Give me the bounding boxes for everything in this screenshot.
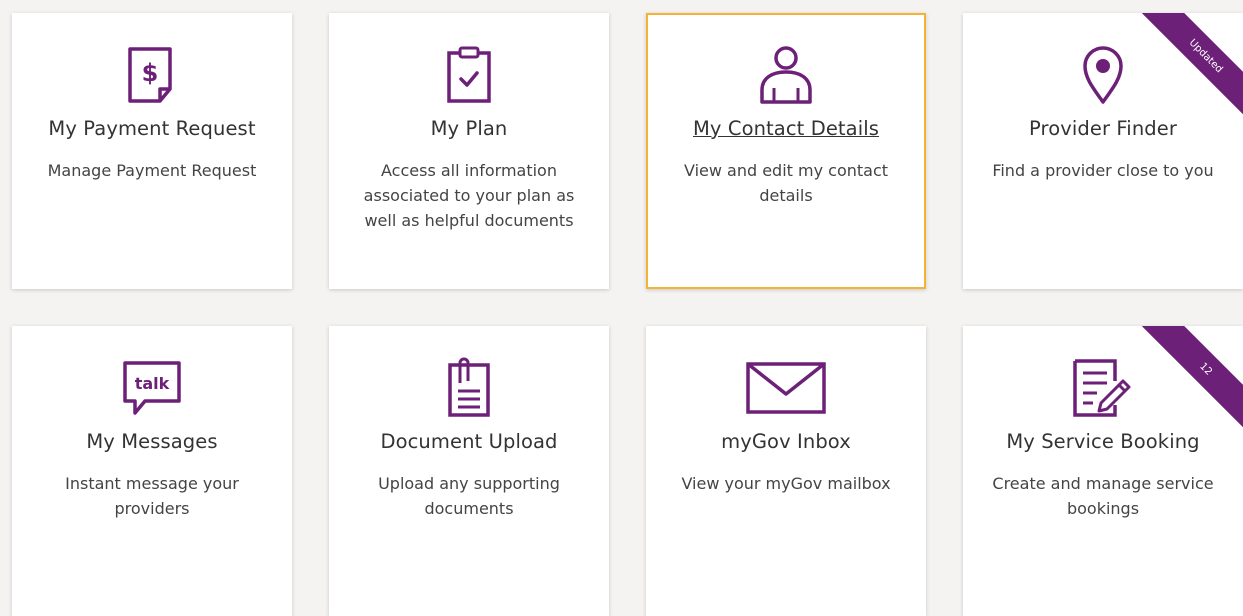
tile-document-upload[interactable]: Document Upload Upload any supporting do…: [329, 326, 609, 616]
tile-title[interactable]: My Messages: [12, 430, 292, 453]
tile-my-plan[interactable]: My Plan Access all information associate…: [329, 13, 609, 289]
tile-my-payment-request[interactable]: $ My Payment Request Manage Payment Requ…: [12, 13, 292, 289]
payment-request-icon: $: [117, 43, 187, 107]
tile-description: Upload any supporting documents: [378, 474, 560, 518]
ribbon: 12: [1123, 326, 1243, 446]
tile-description: Create and manage service bookings: [992, 474, 1214, 518]
tile-my-messages[interactable]: talk My Messages Instant message your pr…: [12, 326, 292, 616]
document-clip-icon: [434, 356, 504, 420]
tile-my-contact-details[interactable]: My Contact Details View and edit my cont…: [646, 13, 926, 289]
tile-title[interactable]: myGov Inbox: [646, 430, 926, 453]
tile-description: View and edit my contact details: [683, 161, 889, 205]
tile-title[interactable]: My Payment Request: [12, 117, 292, 140]
talk-label: talk: [135, 374, 170, 393]
ribbon: Updated: [1123, 13, 1243, 133]
clipboard-check-icon: [434, 43, 504, 107]
tile-description: Instant message your providers: [65, 474, 239, 518]
tile-my-service-booking[interactable]: My Service Booking Create and manage ser…: [963, 326, 1243, 616]
svg-text:$: $: [142, 59, 159, 87]
tile-mygov-inbox[interactable]: myGov Inbox View your myGov mailbox: [646, 326, 926, 616]
tile-description: Manage Payment Request: [47, 161, 257, 180]
tile-provider-finder[interactable]: Provider Finder Find a provider close to…: [963, 13, 1243, 289]
updated-badge: Updated: [1135, 13, 1243, 127]
tile-description: Access all information associated to you…: [363, 161, 575, 230]
tile-title[interactable]: Document Upload: [329, 430, 609, 453]
person-icon: [751, 43, 821, 107]
tile-title[interactable]: My Plan: [329, 117, 609, 140]
tile-title[interactable]: My Contact Details: [648, 117, 924, 140]
talk-bubble-icon: talk: [117, 356, 187, 420]
tile-description: View your myGov mailbox: [681, 474, 891, 493]
tile-description: Find a provider close to you: [992, 161, 1214, 180]
count-badge: 12: [1135, 326, 1243, 440]
envelope-icon: [744, 356, 828, 420]
